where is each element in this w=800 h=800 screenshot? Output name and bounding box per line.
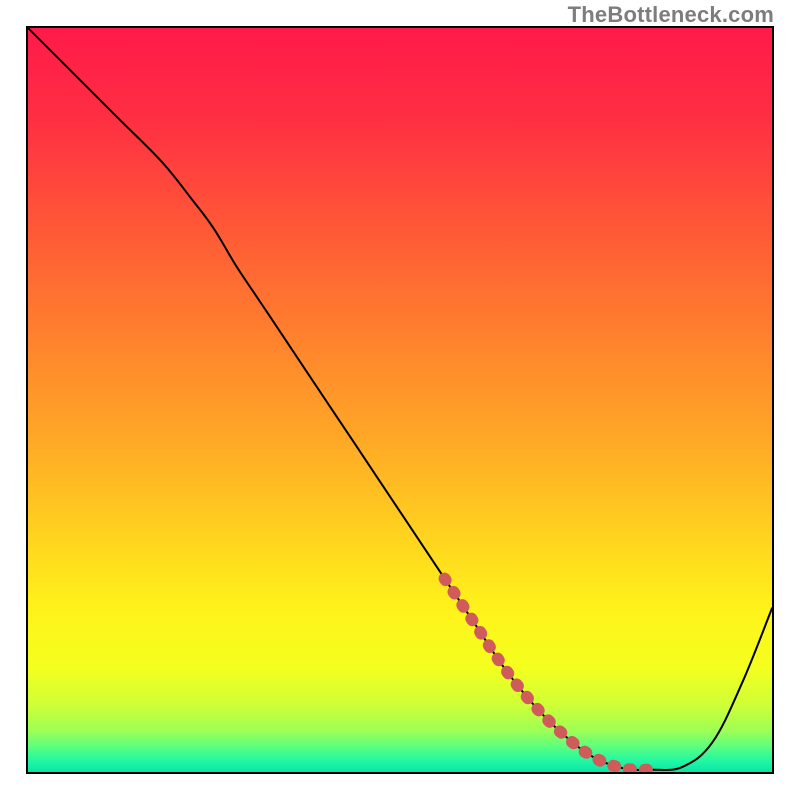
background-gradient [28,28,772,772]
watermark-text: TheBottleneck.com [568,2,774,28]
chart-plot-area [26,26,774,774]
